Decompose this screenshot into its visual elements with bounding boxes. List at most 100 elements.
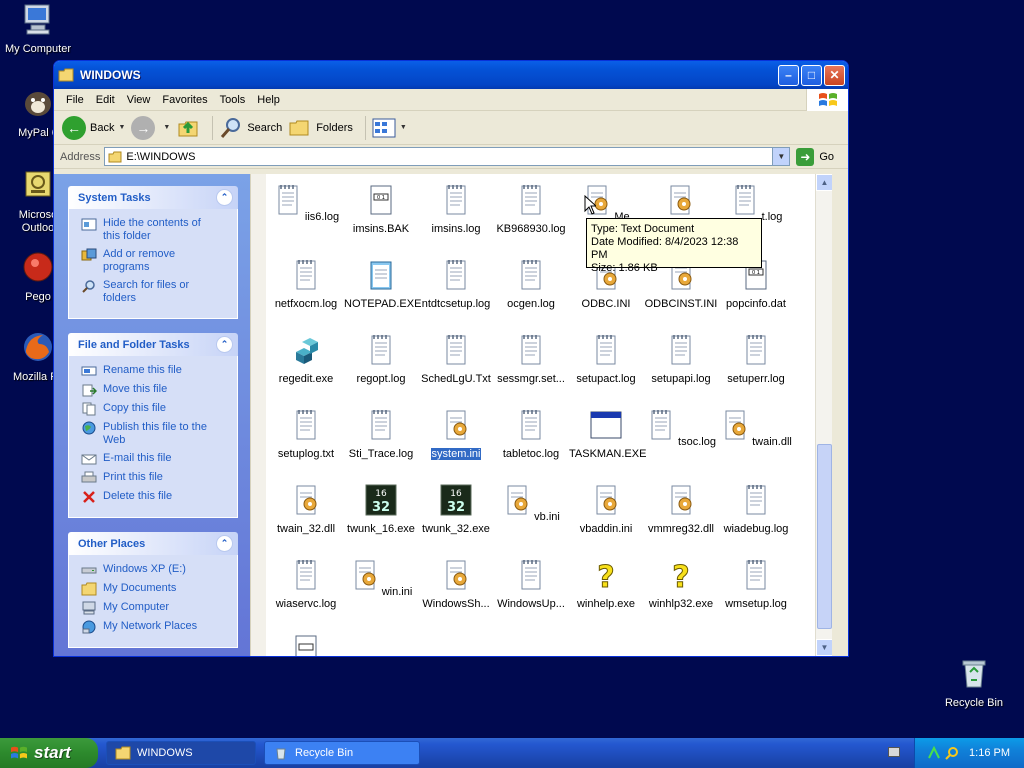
scroll-up-button[interactable]: ▲ [816, 174, 832, 191]
file-item[interactable]: 0 1 imsins.BAK [343, 184, 419, 235]
task-copy-file[interactable]: Copy this file [81, 402, 229, 416]
collapse-chevron-icon[interactable]: ⌃ [216, 336, 233, 353]
place-windows-xp-drive[interactable]: Windows XP (E:) [81, 563, 229, 577]
file-item[interactable]: Sti_Trace.log [343, 409, 419, 460]
system-tasks-panel: System Tasks ⌃ Hide the contents of this … [68, 186, 238, 319]
menu-favorites[interactable]: Favorites [156, 94, 213, 106]
menu-help[interactable]: Help [251, 94, 286, 106]
file-item[interactable]: regopt.log [343, 334, 419, 385]
file-item[interactable]: ? winhlp32.exe [643, 559, 719, 611]
file-item[interactable]: setupapi.log [643, 334, 719, 385]
file-item[interactable]: vbaddin.ini [568, 484, 644, 535]
file-item[interactable]: KB968930.log [493, 184, 569, 235]
search-tray-icon[interactable] [945, 746, 959, 760]
task-print-file[interactable]: Print this file [81, 471, 229, 485]
folders-button[interactable]: Folders [288, 116, 353, 140]
file-item[interactable]: setuplog.txt [268, 409, 344, 460]
menu-tools[interactable]: Tools [214, 94, 252, 106]
file-item[interactable]: setupact.log [568, 334, 644, 385]
clock[interactable]: 1:16 PM [969, 747, 1010, 759]
file-item[interactable]: ? winhelp.exe [568, 559, 644, 611]
file-item[interactable]: wmsetup.log [718, 559, 794, 610]
maximize-button[interactable]: □ [801, 64, 822, 86]
file-item[interactable]: tabletoc.log [493, 409, 569, 460]
task-email-file[interactable]: E-mail this file [81, 452, 229, 466]
scroll-down-button[interactable]: ▼ [816, 639, 832, 656]
go-button[interactable]: ➜ Go [796, 147, 834, 166]
search-button[interactable]: Search [219, 116, 282, 140]
up-folder-button[interactable] [176, 116, 200, 140]
back-button[interactable]: ← Back ▼ [62, 115, 125, 140]
forward-button[interactable]: → ▼ [131, 115, 170, 140]
file-name: regedit.exe [278, 373, 334, 385]
file-item[interactable]: 16 32 twunk_16.exe [343, 484, 419, 535]
file-list-scrollbar[interactable]: ▲ ▼ [815, 174, 832, 656]
collapse-chevron-icon[interactable]: ⌃ [216, 189, 233, 206]
scrollbar-thumb[interactable] [817, 444, 832, 629]
desktop-icon-my-computer[interactable]: My Computer [0, 2, 76, 56]
collapse-chevron-icon[interactable]: ⌃ [216, 535, 233, 552]
file-item[interactable]: ocgen.log [493, 259, 569, 310]
keyboard-layout-icon[interactable] [888, 747, 900, 757]
file-item[interactable]: TASKMAN.EXE [568, 409, 646, 460]
file-item[interactable]: WindowsSh... [418, 559, 494, 610]
close-button[interactable]: ✕ [824, 64, 845, 86]
task-pane-scrollbar[interactable] [250, 174, 266, 656]
system-tasks-header[interactable]: System Tasks ⌃ [68, 186, 238, 209]
title-bar[interactable]: WINDOWS – □ ✕ [54, 61, 848, 89]
taskbar-item-recycle-bin[interactable]: Recycle Bin [264, 741, 420, 765]
views-button[interactable]: ▼ [372, 117, 407, 139]
file-item[interactable]: netfxocm.log [268, 259, 344, 310]
desktop-icon-recycle-bin[interactable]: Recycle Bin [936, 656, 1012, 710]
file-item[interactable]: regedit.exe [268, 334, 344, 385]
place-my-computer[interactable]: My Computer [81, 601, 229, 615]
file-item[interactable]: sessmgr.set... [493, 334, 569, 385]
other-places-header[interactable]: Other Places ⌃ [68, 532, 238, 555]
task-delete-file[interactable]: Delete this file [81, 490, 229, 504]
chevron-down-icon[interactable]: ▼ [400, 124, 407, 131]
task-move-file[interactable]: Move this file [81, 383, 229, 397]
file-item[interactable]: win.ini [343, 559, 419, 598]
panel-body: Windows XP (E:) My Documents My Computer… [68, 555, 238, 648]
network-tray-icon[interactable] [927, 746, 941, 760]
file-item[interactable]: imsins.log [418, 184, 494, 235]
task-search-files[interactable]: Search for files or folders [81, 279, 229, 305]
go-arrow-icon: ➜ [796, 147, 815, 166]
file-item[interactable]: SchedLgU.Txt [418, 334, 494, 385]
taskbar-item-label: Recycle Bin [295, 747, 354, 759]
file-item[interactable]: vb.ini [493, 484, 569, 523]
place-my-documents[interactable]: My Documents [81, 582, 229, 596]
chevron-down-icon[interactable]: ▼ [118, 124, 125, 131]
task-rename-file[interactable]: Rename this file [81, 364, 229, 378]
file-item[interactable]: iis6.log [268, 184, 344, 223]
taskbar-item-windows[interactable]: WINDOWS [106, 741, 256, 765]
menu-view[interactable]: View [121, 94, 157, 106]
task-pane: System Tasks ⌃ Hide the contents of this … [54, 174, 250, 656]
address-input[interactable]: E:\WINDOWS ▼ [104, 147, 791, 166]
menu-edit[interactable]: Edit [90, 94, 121, 106]
task-add-remove-programs[interactable]: Add or remove programs [81, 248, 229, 274]
menu-file[interactable]: File [60, 94, 90, 106]
file-item[interactable]: setuperr.log [718, 334, 794, 385]
file-item[interactable]: ntdtcsetup.log [418, 259, 494, 310]
file-item[interactable]: wiadebug.log [718, 484, 794, 535]
address-dropdown-button[interactable]: ▼ [772, 148, 790, 165]
text-file-icon [671, 335, 691, 365]
file-item[interactable]: WindowsUp... [493, 559, 569, 610]
file-item[interactable]: 16 32 twunk_32.exe [418, 484, 494, 535]
file-item[interactable]: system.ini [418, 409, 494, 460]
minimize-button[interactable]: – [778, 64, 799, 86]
file-item[interactable]: twain.dll [718, 409, 794, 448]
file-item[interactable]: tsoc.log [643, 409, 719, 448]
chevron-down-icon[interactable]: ▼ [163, 124, 170, 131]
file-item[interactable]: wiaservc.log [268, 559, 344, 610]
file-item-partial[interactable] [268, 634, 344, 656]
place-my-network-places[interactable]: My Network Places [81, 620, 229, 634]
file-item[interactable]: twain_32.dll [268, 484, 344, 535]
start-button[interactable]: start [0, 738, 98, 768]
file-item[interactable]: vmmreg32.dll [643, 484, 719, 535]
task-hide-folder-contents[interactable]: Hide the contents of this folder [81, 217, 229, 243]
file-folder-tasks-header[interactable]: File and Folder Tasks ⌃ [68, 333, 238, 356]
task-publish-web[interactable]: Publish this file to the Web [81, 421, 229, 447]
file-item[interactable]: NOTEPAD.EXE [343, 259, 421, 310]
